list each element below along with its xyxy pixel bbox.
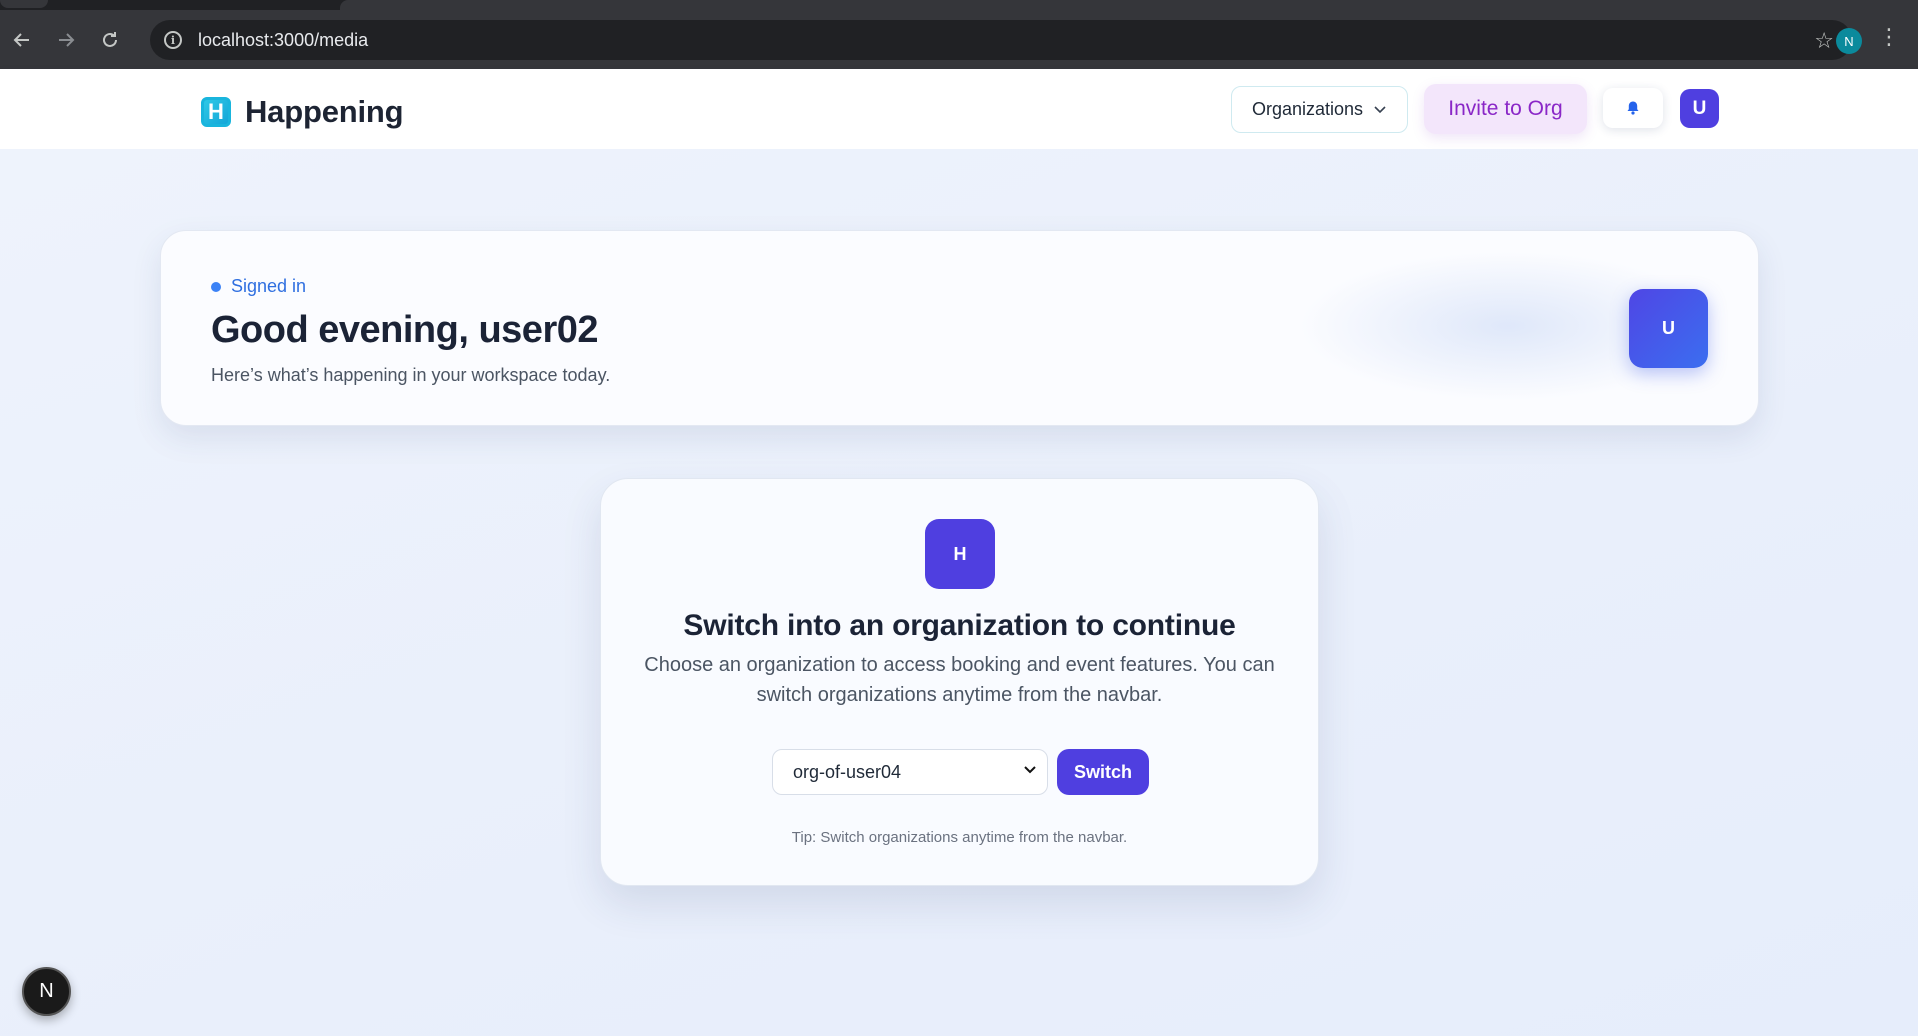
profile-avatar[interactable]: N — [1836, 28, 1862, 54]
info-icon[interactable]: i — [164, 31, 182, 49]
signed-in-label: Signed in — [231, 276, 307, 296]
signed-in-status: Signed in — [211, 276, 306, 297]
chevron-down-icon — [1373, 102, 1387, 118]
browser-chrome: i localhost:3000/media ☆ N ⋮ — [0, 0, 1918, 69]
brand-name: Happening — [245, 94, 404, 129]
app-navbar: H Happening Organizations Invite to Org … — [0, 69, 1918, 149]
browser-toolbar: i localhost:3000/media ☆ N ⋮ — [0, 10, 1918, 69]
browser-tab-active[interactable] — [340, 0, 1918, 10]
organization-select[interactable]: org-of-user04 — [772, 749, 1048, 795]
welcome-card: Signed in Good evening, user02 Here’s wh… — [160, 230, 1759, 426]
address-bar[interactable]: i localhost:3000/media ☆ — [150, 20, 1852, 60]
reload-icon[interactable] — [88, 20, 132, 60]
greeting-subtitle: Here’s what’s happening in your workspac… — [211, 365, 611, 385]
greeting-heading: Good evening, user02 — [211, 309, 599, 351]
switch-organization-card: H Switch into an organization to continu… — [600, 478, 1319, 886]
chevron-down-icon — [1023, 762, 1037, 779]
organizations-dropdown[interactable]: Organizations — [1231, 86, 1408, 133]
welcome-avatar: U — [1629, 289, 1708, 368]
star-icon[interactable]: ☆ — [1814, 28, 1834, 54]
brand-logo-icon: H — [201, 97, 231, 127]
tip-text: Tip: Switch organizations anytime from t… — [791, 829, 1128, 846]
switch-button[interactable]: Switch — [1057, 749, 1149, 795]
back-arrow-icon[interactable] — [0, 20, 44, 60]
switch-title: Switch into an organization to continue — [683, 609, 1236, 642]
notifications-button[interactable] — [1603, 88, 1663, 128]
main-content: Signed in Good evening, user02 Here’s wh… — [0, 149, 1918, 1036]
organizations-label: Organizations — [1251, 99, 1364, 119]
bell-icon — [1627, 101, 1639, 115]
selected-organization: org-of-user04 — [793, 761, 902, 782]
url-text[interactable]: localhost:3000/media — [198, 30, 368, 51]
invite-to-org-button[interactable]: Invite to Org — [1424, 84, 1587, 134]
brand[interactable]: H Happening — [201, 94, 404, 130]
tab-strip — [0, 0, 1918, 10]
org-badge: H — [925, 519, 995, 589]
nextjs-dev-indicator[interactable]: N — [22, 967, 71, 1016]
forward-arrow-icon[interactable] — [44, 20, 88, 60]
status-dot-icon — [211, 281, 221, 292]
user-avatar-button[interactable]: U — [1680, 89, 1719, 128]
switch-description: Choose an organization to access booking… — [644, 654, 1275, 706]
menu-dots-icon[interactable]: ⋮ — [1878, 26, 1900, 48]
browser-tab[interactable] — [0, 0, 48, 8]
